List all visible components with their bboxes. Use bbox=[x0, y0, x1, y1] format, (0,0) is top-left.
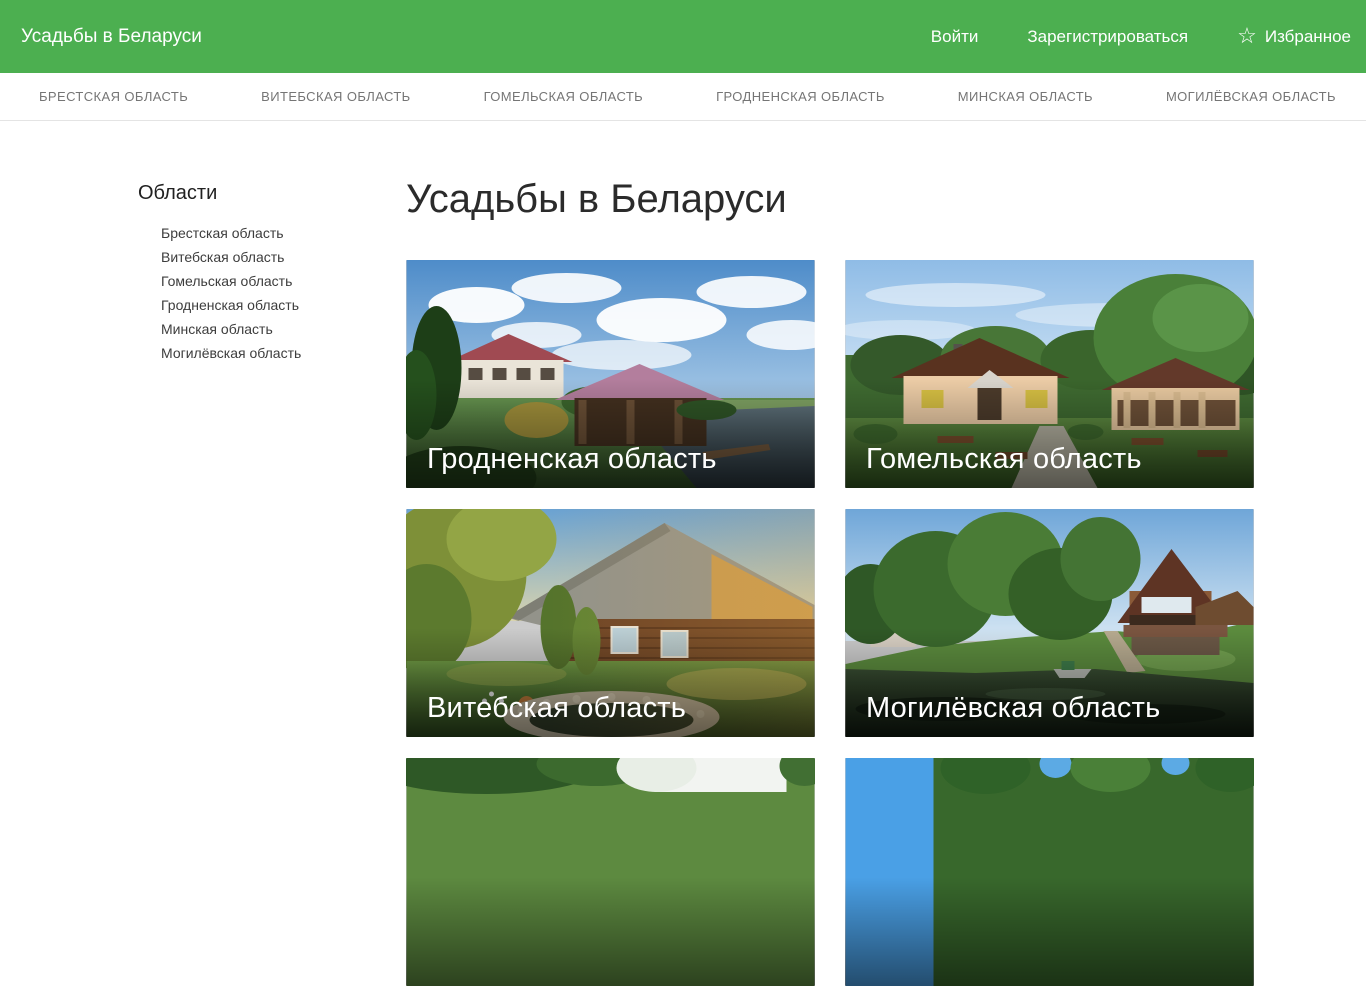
sidebar-item-vitebsk[interactable]: Витебская область bbox=[161, 245, 406, 269]
nav-item-grodno[interactable]: ГРОДНЕНСКАЯ ОБЛАСТЬ bbox=[716, 89, 885, 104]
nav-item-minsk[interactable]: МИНСКАЯ ОБЛАСТЬ bbox=[958, 89, 1093, 104]
card-caption: Витебская область bbox=[427, 692, 687, 724]
card-caption: Гомельская область bbox=[866, 443, 1142, 475]
login-link[interactable]: Войти bbox=[931, 27, 979, 47]
blue-sky-trees-photo bbox=[845, 758, 1254, 986]
sidebar-item-mogilev[interactable]: Могилёвская область bbox=[161, 341, 406, 365]
sidebar-item-grodno[interactable]: Гродненская область bbox=[161, 293, 406, 317]
card-gomel-region[interactable]: Гомельская область bbox=[845, 260, 1254, 488]
card-mogilev-region[interactable]: Могилёвская область bbox=[845, 509, 1254, 737]
card-region-partial-right[interactable] bbox=[845, 758, 1254, 986]
card-vitebsk-region[interactable]: Витебская область bbox=[406, 509, 815, 737]
sidebar-item-minsk[interactable]: Минская область bbox=[161, 317, 406, 341]
sidebar: Области Брестская область Витебская обла… bbox=[138, 182, 406, 986]
trees-sky-photo bbox=[406, 758, 815, 986]
app-header: Усадьбы в Беларуси Войти Зарегистрироват… bbox=[0, 0, 1366, 73]
nav-item-gomel[interactable]: ГОМЕЛЬСКАЯ ОБЛАСТЬ bbox=[484, 89, 644, 104]
card-caption: Могилёвская область bbox=[866, 692, 1161, 724]
card-caption: Гродненская область bbox=[427, 443, 717, 475]
nav-item-brest[interactable]: БРЕСТСКАЯ ОБЛАСТЬ bbox=[39, 89, 188, 104]
region-cards-grid: Гродненская область Гомельская область В… bbox=[406, 260, 1254, 986]
sidebar-title: Области bbox=[138, 182, 218, 204]
favorites-link[interactable]: ☆ Избранное bbox=[1237, 22, 1351, 48]
brand-title[interactable]: Усадьбы в Беларуси bbox=[21, 26, 202, 48]
card-region-partial-left[interactable] bbox=[406, 758, 815, 986]
main-content: Усадьбы в Беларуси Гродненская область Г… bbox=[406, 177, 1254, 986]
nav-item-mogilev[interactable]: МОГИЛЁВСКАЯ ОБЛАСТЬ bbox=[1166, 89, 1336, 104]
card-grodno-region[interactable]: Гродненская область bbox=[406, 260, 815, 488]
region-nav: БРЕСТСКАЯ ОБЛАСТЬ ВИТЕБСКАЯ ОБЛАСТЬ ГОМЕ… bbox=[0, 73, 1366, 121]
header-actions: Войти Зарегистрироваться ☆ Избранное bbox=[931, 22, 1351, 48]
sidebar-region-list: Брестская область Витебская область Гоме… bbox=[138, 221, 406, 365]
page-title: Усадьбы в Беларуси bbox=[406, 177, 787, 221]
sidebar-item-gomel[interactable]: Гомельская область bbox=[161, 269, 406, 293]
favorites-label: Избранное bbox=[1264, 26, 1351, 46]
nav-item-vitebsk[interactable]: ВИТЕБСКАЯ ОБЛАСТЬ bbox=[261, 89, 410, 104]
page: { "header": { "brand": "Усадьбы в Белару… bbox=[0, 0, 1366, 986]
sidebar-item-brest[interactable]: Брестская область bbox=[161, 221, 406, 245]
content-area: Области Брестская область Витебская обла… bbox=[0, 121, 1366, 986]
star-outline-icon: ☆ bbox=[1237, 22, 1257, 48]
register-link[interactable]: Зарегистрироваться bbox=[1027, 27, 1188, 47]
